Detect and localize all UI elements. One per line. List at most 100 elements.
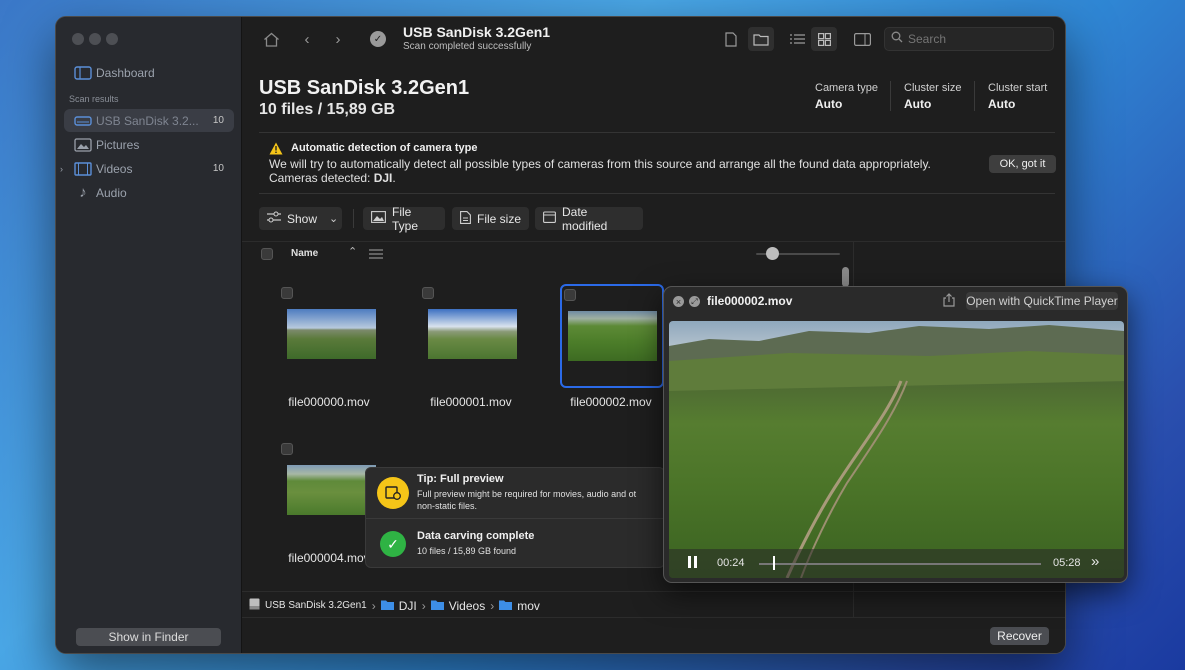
done-title: Data carving complete [417,530,535,542]
notice-prefix: Cameras detected: [269,171,374,185]
file-type-label: File Type [392,204,419,233]
document-icon [460,210,471,227]
film-icon [70,161,96,176]
chevron-right-icon: › [490,598,495,613]
sidebar-item-videos[interactable]: › Videos 10 [60,157,234,180]
breadcrumb-segment[interactable]: mov [517,599,540,613]
video-landscape [669,325,1124,578]
preview-filename: file000002.mov [707,294,793,308]
remaining-time: 05:28 [1053,557,1081,569]
recover-button[interactable]: Recover [990,627,1049,645]
dashboard-icon [70,65,96,80]
column-header-name[interactable]: Name [291,248,318,259]
pause-icon[interactable] [688,556,697,568]
notice-text: We will try to automatically detect all … [269,157,931,171]
file-type-filter-button[interactable]: File Type [363,204,445,233]
file-checkbox[interactable] [281,287,293,299]
sidebar-item-audio[interactable]: ♪ Audio [64,181,234,204]
toolbar-title: USB SanDisk 3.2Gen1 [403,24,551,40]
folder-icon [430,599,444,613]
close-window-button[interactable] [72,33,84,45]
divider [242,241,1065,242]
share-icon[interactable] [943,293,955,312]
fast-forward-icon[interactable]: » [1091,553,1099,570]
grid-view-icon[interactable] [811,27,837,51]
playback-scrubber[interactable] [759,563,1041,565]
close-icon[interactable]: × [673,296,684,307]
stat-label: Cluster start [988,82,1048,94]
search-input[interactable] [908,32,1048,46]
chevron-right-icon: › [421,598,426,613]
notice-title: Automatic detection of camera type [291,142,478,154]
sidebar-item-usb-device[interactable]: USB SanDisk 3.2... 10 [64,109,234,132]
calendar-icon [543,211,556,226]
folder-icon [380,599,394,613]
tip-title: Tip: Full preview [417,473,504,485]
scrollbar-thumb[interactable] [842,267,849,287]
video-thumbnail [568,311,657,361]
show-filter-button[interactable]: Show ⌄ [259,207,342,230]
sidebar-item-label: Dashboard [96,65,155,80]
divider [259,132,1055,133]
stat-value: Auto [815,97,843,111]
list-view-icon[interactable] [784,27,810,51]
zoom-window-button[interactable] [106,33,118,45]
sort-ascending-icon[interactable]: ⌃ [348,245,357,258]
file-card[interactable] [422,284,526,386]
back-chevron-icon[interactable]: ‹ [298,29,316,49]
sidebar-toggle-icon[interactable] [850,27,874,51]
video-thumbnail [428,309,517,359]
stat-label: Camera type [815,82,878,94]
select-all-checkbox[interactable] [261,248,273,260]
count-badge: 10 [212,163,224,174]
sidebar-item-dashboard[interactable]: Dashboard [64,61,234,84]
file-name[interactable]: file000002.mov [541,395,681,409]
file-checkbox[interactable] [422,287,434,299]
count-badge: 10 [212,115,224,126]
file-view-icon[interactable] [720,28,742,50]
fullscreen-icon[interactable]: ⤢ [689,296,700,307]
file-size-filter-button[interactable]: File size [452,207,529,230]
chevron-right-icon[interactable]: › [60,164,63,174]
notice-suffix: . [392,171,396,185]
folder-icon [499,599,513,613]
current-time: 00:24 [717,557,745,569]
toolbar-subtitle: Scan completed successfully [403,41,532,52]
file-card-selected[interactable] [560,284,664,388]
breadcrumb-device[interactable]: USB SanDisk 3.2Gen1 [265,600,367,611]
file-name[interactable]: file000001.mov [401,395,541,409]
minimize-window-button[interactable] [89,33,101,45]
video-frame[interactable]: 00:24 05:28 » [669,321,1124,578]
playhead[interactable] [773,556,776,570]
divider [890,81,891,111]
file-name[interactable]: file000000.mov [259,395,399,409]
folder-view-icon[interactable] [748,27,774,51]
breadcrumb-segment[interactable]: DJI [399,599,417,613]
page-subtitle: 10 files / 15,89 GB [259,101,396,118]
show-in-finder-button[interactable]: Show in Finder [76,628,221,646]
search-field[interactable] [884,27,1054,51]
sidebar-item-label: USB SanDisk 3.2... [96,113,199,128]
notification-panel: Tip: Full preview Full preview might be … [365,467,666,568]
sidebar-item-pictures[interactable]: Pictures [64,133,234,156]
stat-value: Auto [988,97,1016,111]
breadcrumb-segment[interactable]: Videos [449,599,485,613]
slider-knob[interactable] [766,247,779,260]
stat-value: Auto [904,97,932,111]
divider [242,617,1065,618]
show-filter-label: Show [287,211,318,226]
divider [259,193,1055,194]
film-preview-icon [377,477,409,509]
column-settings-icon[interactable] [369,247,383,265]
video-thumbnail [287,309,376,359]
divider [974,81,975,111]
open-with-quicktime-button[interactable]: Open with QuickTime Player [966,292,1118,310]
file-checkbox[interactable] [281,443,293,455]
file-checkbox[interactable] [564,289,576,301]
ok-got-it-button[interactable]: OK, got it [989,155,1056,173]
detected-camera: DJI [373,171,393,185]
home-icon[interactable] [260,29,282,49]
forward-chevron-icon[interactable]: › [329,29,347,49]
file-card[interactable] [281,284,385,386]
date-modified-filter-button[interactable]: Date modified [535,205,643,233]
